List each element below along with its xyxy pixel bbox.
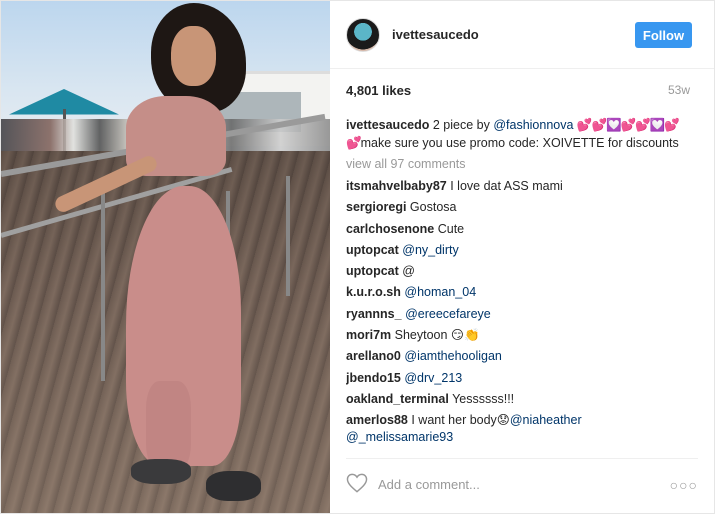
comment-row: arellano0 @iamthehooligan: [346, 346, 691, 367]
comment-continuation: @_melissamarie93: [346, 430, 691, 444]
photo-railing-post: [286, 176, 290, 296]
comment-mention[interactable]: @niaheather: [510, 413, 582, 427]
comment-mention[interactable]: @homan_04: [404, 285, 476, 299]
comment-text: Sheytoon 😏👏: [394, 328, 480, 343]
comment-text: I love dat ASS mami: [450, 179, 563, 193]
comment-username[interactable]: k.u.r.o.sh: [346, 285, 401, 299]
comment-mention[interactable]: @ny_dirty: [402, 243, 458, 257]
heart-outline-icon[interactable]: [346, 473, 368, 496]
comment-username[interactable]: mori7m: [346, 328, 391, 342]
add-comment-bar: Add a comment... ○○○: [346, 458, 698, 510]
comment-username[interactable]: arellano0: [346, 349, 401, 363]
follow-button[interactable]: Follow: [635, 22, 692, 48]
comment-row: sergioregi Gostosa: [346, 197, 691, 218]
comment-username[interactable]: uptopcat: [346, 264, 399, 278]
comment-username[interactable]: ryannns_: [346, 307, 402, 321]
comment-mention[interactable]: @iamthehooligan: [404, 349, 501, 363]
comment-row: mori7m Sheytoon 😏👏: [346, 325, 691, 346]
comment-username[interactable]: amerlos88: [346, 413, 408, 427]
comment-text: Yessssss!!!: [452, 391, 515, 406]
comment-username[interactable]: sergioregi: [346, 200, 406, 214]
comment-username[interactable]: itsmahvelbaby87: [346, 179, 447, 193]
comment-username[interactable]: uptopcat: [346, 243, 399, 257]
comment-text: Cute: [437, 221, 465, 236]
caption-username[interactable]: ivettesaucedo: [346, 118, 429, 132]
comment-mention[interactable]: @ereecefareye: [405, 307, 491, 321]
view-all-comments-link[interactable]: view all 97 comments: [346, 155, 691, 173]
comment-text: Gostosa: [409, 200, 457, 215]
comment-text: I want her body😟: [411, 413, 510, 428]
comment-row: k.u.r.o.sh @homan_04: [346, 282, 691, 303]
post-header: ivettesaucedo Follow: [330, 1, 714, 69]
more-options-icon[interactable]: ○○○: [670, 477, 698, 493]
avatar[interactable]: [346, 17, 380, 52]
comment-mention[interactable]: @drv_213: [404, 371, 462, 385]
comment-mention[interactable]: @_melissamarie93: [346, 430, 453, 444]
comment-rows: itsmahvelbaby87 I love dat ASS mami sergi…: [346, 176, 691, 432]
comment-username[interactable]: jbendo15: [346, 371, 401, 385]
person-face: [171, 26, 216, 86]
instagram-post: ivettesaucedo Follow 4,801 likes 53w ive…: [0, 0, 715, 514]
comment-row: oakland_terminal Yessssss!!!: [346, 389, 691, 410]
caption-text-continued: make sure you use promo code: XOIVETTE f…: [360, 136, 679, 150]
comment-username[interactable]: oakland_terminal: [346, 392, 449, 406]
caption-text: 2 piece by: [432, 118, 494, 132]
post-photo[interactable]: [1, 1, 330, 513]
add-comment-input[interactable]: Add a comment...: [378, 477, 670, 492]
comment-username[interactable]: carlchosenone: [346, 222, 434, 236]
post-meta: 4,801 likes 53w: [330, 83, 714, 98]
comments-list: ivettesaucedo 2 piece by @fashionnova 💕💕…: [346, 116, 691, 458]
post-caption: ivettesaucedo 2 piece by @fashionnova 💕💕…: [346, 116, 691, 152]
caption-mention[interactable]: @fashionnova: [493, 118, 573, 132]
person-shoe: [131, 459, 191, 484]
comment-text: @: [402, 264, 415, 279]
comment-row: uptopcat @ny_dirty: [346, 240, 691, 261]
person-shoe: [206, 471, 261, 501]
post-username[interactable]: ivettesaucedo: [392, 27, 479, 42]
photo-person: [52, 1, 266, 513]
likes-count[interactable]: 4,801 likes: [346, 83, 411, 98]
comment-row: ryannns_ @ereecefareye: [346, 304, 691, 325]
post-age[interactable]: 53w: [668, 83, 690, 98]
person-leg: [146, 381, 191, 471]
comment-row: itsmahvelbaby87 I love dat ASS mami: [346, 176, 691, 197]
comment-row: jbendo15 @drv_213: [346, 368, 691, 389]
comment-row: carlchosenone Cute: [346, 219, 691, 240]
post-side-panel: ivettesaucedo Follow 4,801 likes 53w ive…: [330, 1, 714, 513]
comment-row: amerlos88 I want her body😟@niaheather: [346, 410, 691, 431]
comment-row: uptopcat @: [346, 261, 691, 282]
